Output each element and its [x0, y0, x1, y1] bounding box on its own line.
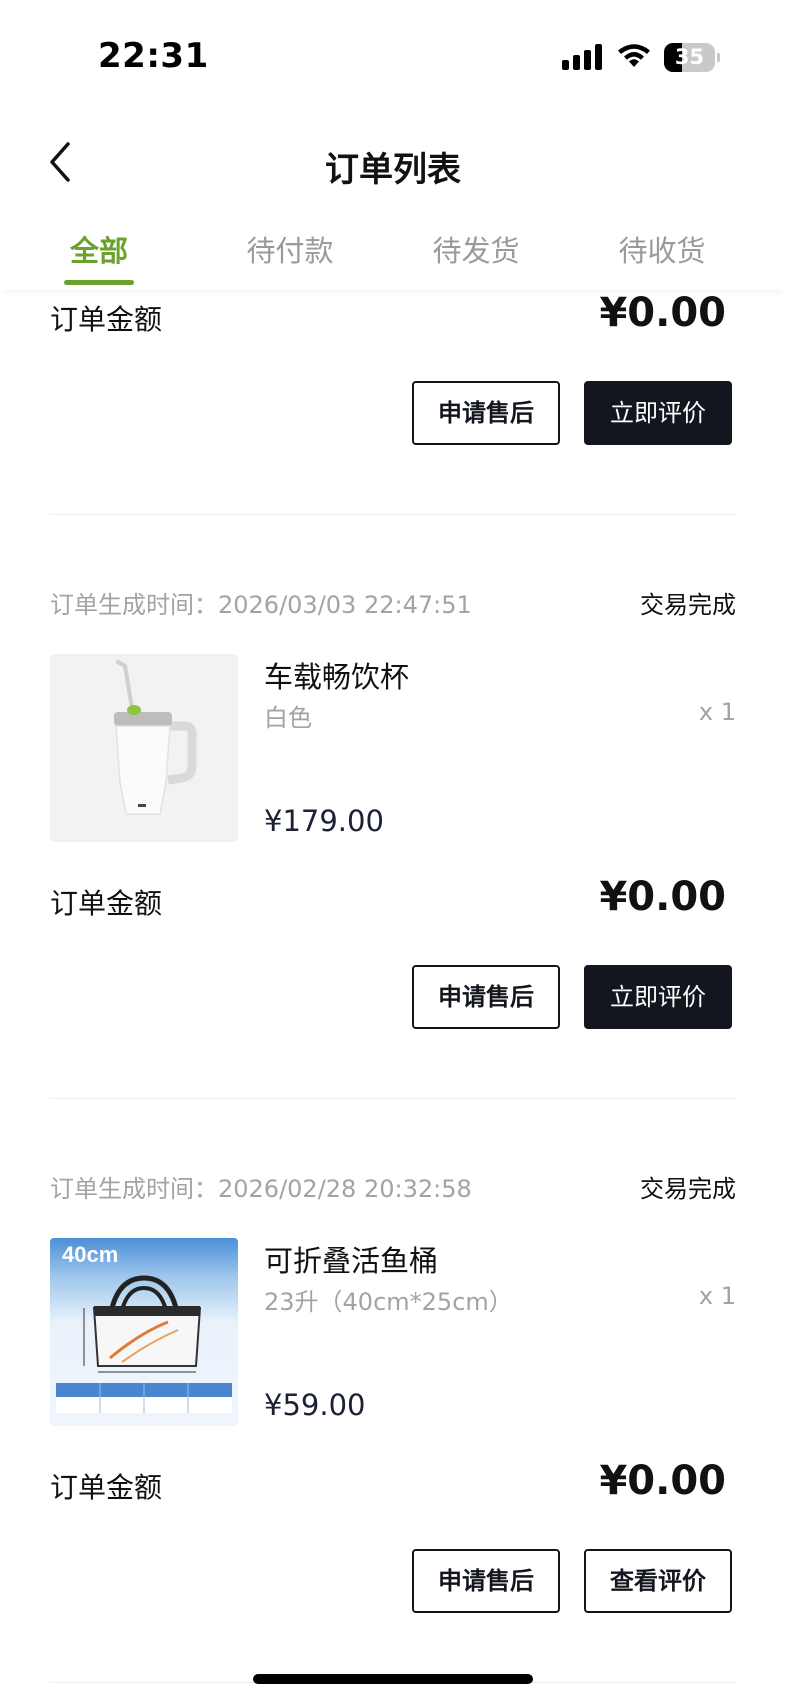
order-product[interactable]: 40cm 可折叠活鱼桶 23升（40cm*25cm） x 1 ¥59.00 — [50, 1238, 736, 1428]
order-time: 订单生成时间：2026/03/03 22:47:51 — [50, 591, 472, 619]
page-title: 订单列表 — [325, 150, 461, 190]
product-quantity: x 1 — [698, 698, 736, 726]
tab-all[interactable]: 全部 — [6, 228, 192, 270]
product-quantity: x 1 — [698, 1282, 736, 1310]
order-meta: 订单生成时间：2026/02/28 20:32:58 交易完成 — [50, 1169, 736, 1209]
product-image: 40cm — [50, 1238, 238, 1426]
apply-after-sales-button[interactable]: 申请售后 — [412, 965, 560, 1029]
order-amount-row: 订单金额 ¥0.00 — [50, 1458, 736, 1518]
product-name: 车载畅饮杯 — [264, 660, 410, 694]
home-indicator — [253, 1674, 533, 1684]
order-amount-value: ¥0.00 — [599, 874, 726, 920]
cup-picture — [114, 660, 197, 815]
tab-bar: 全部 待付款 待发货 待收货 — [0, 210, 786, 290]
order-amount-row: 订单金额 ¥0.00 — [50, 874, 736, 934]
apply-after-sales-button[interactable]: 申请售后 — [412, 381, 560, 445]
order-amount-label: 订单金额 — [50, 303, 163, 336]
tab-indicator — [64, 280, 134, 285]
order-amount-label: 订单金额 — [50, 1471, 163, 1504]
order-amount-value: ¥0.00 — [599, 1458, 726, 1504]
battery-icon: 35 — [664, 43, 720, 72]
order-time: 订单生成时间：2026/02/28 20:32:58 — [50, 1175, 472, 1203]
nav-bar: 订单列表 — [0, 110, 786, 210]
status-bar: 22:31 35 — [0, 0, 786, 110]
product-image — [50, 654, 238, 842]
product-spec: 白色 — [264, 704, 312, 732]
tab-pending-payment[interactable]: 待付款 — [197, 228, 383, 270]
product-price: ¥59.00 — [264, 1388, 366, 1422]
order-amount-row: 订单金额 ¥0.00 — [50, 290, 736, 350]
view-review-button[interactable]: 查看评价 — [584, 1549, 732, 1613]
tab-pending-shipment[interactable]: 待发货 — [383, 228, 569, 270]
review-now-button[interactable]: 立即评价 — [584, 965, 732, 1029]
review-now-button[interactable]: 立即评价 — [584, 381, 732, 445]
order-divider — [50, 1098, 736, 1099]
status-time: 22:31 — [98, 36, 209, 76]
wifi-icon — [618, 44, 650, 67]
product-spec: 23升（40cm*25cm） — [264, 1288, 513, 1316]
order-amount-label: 订单金额 — [50, 887, 163, 920]
battery-level: 35 — [674, 45, 705, 69]
signal-icon — [562, 44, 602, 70]
bucket-picture — [56, 1275, 232, 1413]
order-meta: 订单生成时间：2026/03/03 22:47:51 交易完成 — [50, 585, 736, 625]
order-list: 订单金额 ¥0.00 申请售后 立即评价 订单生成时间：2026/03/03 2… — [0, 290, 786, 1704]
order-amount-value: ¥0.00 — [599, 290, 726, 336]
product-price: ¥179.00 — [264, 804, 384, 838]
order-divider — [50, 514, 736, 515]
product-name: 可折叠活鱼桶 — [264, 1244, 439, 1278]
apply-after-sales-button[interactable]: 申请售后 — [412, 1549, 560, 1613]
order-product[interactable]: 车载畅饮杯 白色 x 1 ¥179.00 — [50, 654, 736, 844]
tab-pending-receipt[interactable]: 待收货 — [569, 228, 755, 270]
order-status: 交易完成 — [640, 1175, 736, 1203]
order-status: 交易完成 — [640, 591, 736, 619]
